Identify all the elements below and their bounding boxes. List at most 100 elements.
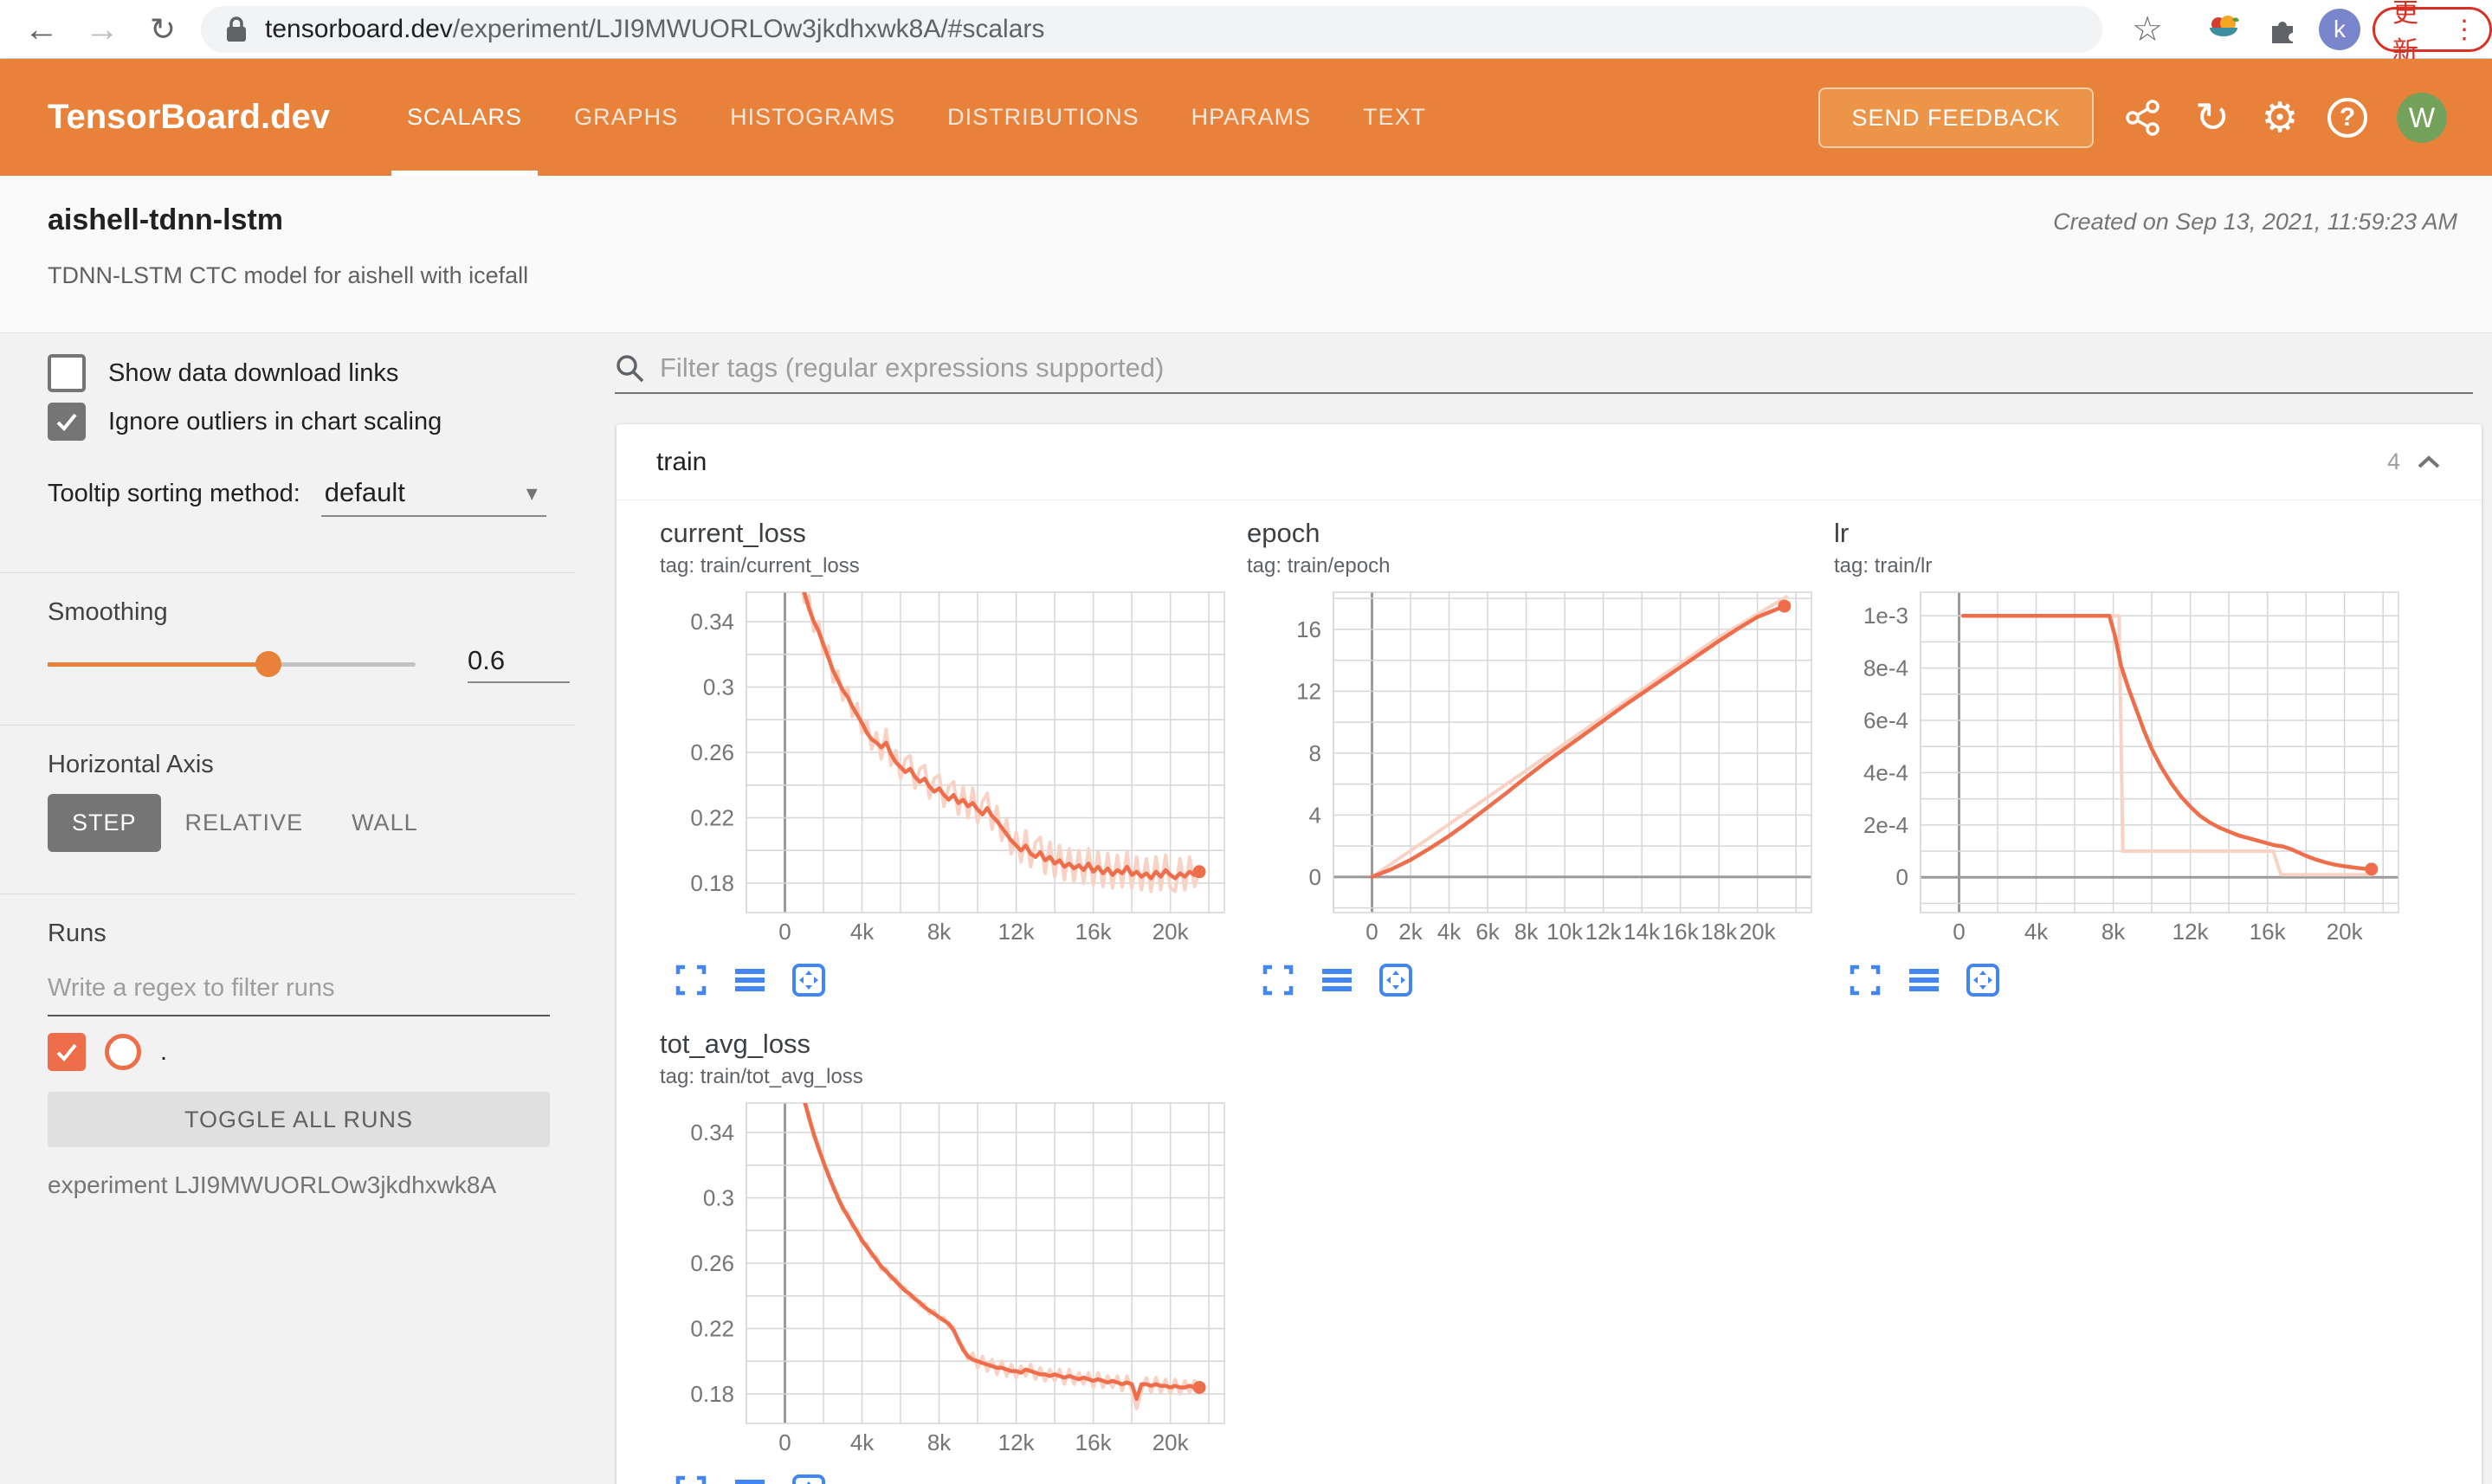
- chevron-down-icon: ▾: [526, 479, 538, 506]
- extension-fruit-icon[interactable]: [2199, 0, 2248, 59]
- nav-tabs: SCALARS GRAPHS HISTOGRAMS DISTRIBUTIONS …: [381, 59, 1452, 176]
- svg-text:0.18: 0.18: [690, 870, 734, 896]
- lr-plot[interactable]: 0 4k 8k 12k 16k 20k 1e-3 8e-4 6e-4 4e-4 2e-4 0: [1834, 587, 2405, 951]
- browser-back-icon[interactable]: ←: [16, 0, 68, 59]
- svg-text:12k: 12k: [998, 919, 1036, 945]
- tooltip-sorting-dropdown[interactable]: default ▾: [320, 477, 546, 517]
- svg-text:0: 0: [1309, 864, 1321, 890]
- data-table-icon[interactable]: [733, 1474, 767, 1484]
- address-bar[interactable]: tensorboard.dev/experiment/LJI9MWUORLOw3…: [201, 6, 2102, 53]
- chart-toolbar: [1848, 963, 2405, 997]
- chart-current-loss: current_loss tag: train/current_loss 0 4k…: [660, 518, 1231, 997]
- axis-relative-button[interactable]: RELATIVE: [161, 794, 328, 852]
- experiment-header: aishell-tdnn-lstm TDNN-LSTM CTC model fo…: [0, 176, 2492, 333]
- svg-text:0: 0: [1896, 864, 1908, 890]
- smoothing-value-input[interactable]: [468, 645, 570, 683]
- data-table-icon[interactable]: [1907, 963, 1941, 997]
- tab-hparams[interactable]: HPARAMS: [1165, 59, 1338, 176]
- update-label: 更新: [2392, 0, 2418, 66]
- chevron-up-icon[interactable]: [2416, 454, 2442, 471]
- svg-text:8k: 8k: [2101, 919, 2126, 945]
- browser-reload-icon[interactable]: ↻: [137, 0, 189, 59]
- svg-text:4k: 4k: [1437, 919, 1462, 945]
- help-question-mark: ?: [2327, 98, 2367, 138]
- help-icon[interactable]: ?: [2317, 87, 2378, 148]
- svg-text:20k: 20k: [1152, 919, 1190, 945]
- ignore-outliers-label: Ignore outliers in chart scaling: [108, 407, 442, 436]
- check-icon: [56, 1043, 77, 1061]
- tab-scalars[interactable]: SCALARS: [381, 59, 548, 176]
- ignore-outliers-checkbox[interactable]: [48, 403, 86, 441]
- experiment-title: aishell-tdnn-lstm: [48, 203, 284, 236]
- lock-icon: [225, 16, 248, 43]
- smoothing-slider[interactable]: [48, 651, 416, 677]
- expand-chart-icon[interactable]: [674, 1474, 708, 1484]
- show-download-links-label: Show data download links: [108, 358, 399, 387]
- fit-domain-icon[interactable]: [791, 1474, 826, 1484]
- show-download-links-checkbox[interactable]: [48, 354, 86, 392]
- sidebar-divider: [0, 725, 576, 726]
- run-color-swatch[interactable]: [105, 1034, 141, 1070]
- axis-step-button[interactable]: STEP: [48, 794, 161, 852]
- svg-text:16k: 16k: [1075, 1429, 1113, 1455]
- user-avatar[interactable]: W: [2397, 93, 2447, 143]
- browser-forward-icon[interactable]: →: [76, 0, 128, 59]
- svg-text:2k: 2k: [1398, 919, 1423, 945]
- svg-text:8k: 8k: [1514, 919, 1539, 945]
- fit-domain-icon[interactable]: [791, 963, 826, 997]
- ignore-outliers-row: Ignore outliers in chart scaling: [48, 403, 576, 441]
- tensorboard-logo[interactable]: TensorBoard.dev: [48, 59, 330, 176]
- run-list-item: .: [48, 1033, 576, 1071]
- refresh-icon[interactable]: ↻: [2182, 87, 2243, 148]
- tab-text[interactable]: TEXT: [1337, 59, 1452, 176]
- chart-toolbar: [674, 1474, 1231, 1484]
- svg-text:0: 0: [778, 919, 791, 945]
- svg-text:16: 16: [1296, 616, 1321, 642]
- url-path: /experiment/LJI9MWUORLOw3jkdhxwk8A/#scal…: [452, 15, 1045, 43]
- smoothing-heading: Smoothing: [48, 598, 168, 626]
- svg-text:0.26: 0.26: [690, 1250, 734, 1276]
- current-loss-plot[interactable]: 0 4k 8k 12k 16k 20k 0.34 0.3 0.26 0.22 0.18: [660, 587, 1231, 951]
- runs-filter-input[interactable]: [48, 974, 550, 1016]
- fit-domain-icon[interactable]: [1378, 963, 1413, 997]
- svg-text:8k: 8k: [927, 1429, 952, 1455]
- train-group-header[interactable]: train 4: [617, 424, 2482, 500]
- svg-text:12k: 12k: [1585, 919, 1623, 945]
- tag-filter-input[interactable]: [660, 352, 2473, 384]
- svg-text:16k: 16k: [1075, 919, 1113, 945]
- svg-text:0.3: 0.3: [703, 1184, 734, 1210]
- svg-text:0: 0: [778, 1429, 791, 1455]
- smoothing-slider-thumb[interactable]: [255, 651, 281, 677]
- tot-avg-loss-plot[interactable]: 0 4k 8k 12k 16k 20k 0.34 0.3 0.26 0.22 0.18: [660, 1098, 1231, 1461]
- svg-text:8k: 8k: [927, 919, 952, 945]
- send-feedback-button[interactable]: SEND FEEDBACK: [1818, 87, 2094, 148]
- epoch-plot[interactable]: 0 2k 4k 6k 8k 10k 12k 14k 16k 18k 20k 16 12 8 4 0: [1247, 587, 1818, 951]
- svg-text:4: 4: [1309, 802, 1321, 828]
- tab-graphs[interactable]: GRAPHS: [548, 59, 704, 176]
- expand-chart-icon[interactable]: [1848, 963, 1882, 997]
- url-host: tensorboard.dev: [265, 15, 453, 43]
- browser-update-button[interactable]: 更新 ⋮: [2373, 0, 2492, 66]
- browser-menu-dots-icon[interactable]: ⋮: [2451, 15, 2477, 45]
- group-name: train: [656, 447, 707, 476]
- app-header: TensorBoard.dev SCALARS GRAPHS HISTOGRAM…: [0, 59, 2492, 176]
- browser-profile-avatar[interactable]: k: [2319, 9, 2360, 50]
- share-icon[interactable]: [2113, 87, 2173, 148]
- extensions-puzzle-icon[interactable]: [2258, 0, 2307, 59]
- svg-text:1e-3: 1e-3: [1863, 603, 1908, 629]
- axis-wall-button[interactable]: WALL: [327, 794, 442, 852]
- bookmark-star-icon[interactable]: ☆: [2123, 0, 2172, 59]
- toggle-all-runs-button[interactable]: TOGGLE ALL RUNS: [48, 1092, 550, 1147]
- expand-chart-icon[interactable]: [1261, 963, 1295, 997]
- tab-distributions[interactable]: DISTRIBUTIONS: [921, 59, 1165, 176]
- svg-text:20k: 20k: [1740, 919, 1777, 945]
- expand-chart-icon[interactable]: [674, 963, 708, 997]
- run-checkbox[interactable]: [48, 1033, 86, 1071]
- data-table-icon[interactable]: [1320, 963, 1354, 997]
- tab-histograms[interactable]: HISTOGRAMS: [704, 59, 921, 176]
- fit-domain-icon[interactable]: [1966, 963, 2000, 997]
- settings-gear-icon[interactable]: ⚙: [2250, 87, 2310, 148]
- settings-sidebar: Show data download links Ignore outliers…: [0, 333, 576, 1484]
- data-table-icon[interactable]: [733, 963, 767, 997]
- experiment-created-date: Created on Sep 13, 2021, 11:59:23 AM: [2053, 209, 2457, 235]
